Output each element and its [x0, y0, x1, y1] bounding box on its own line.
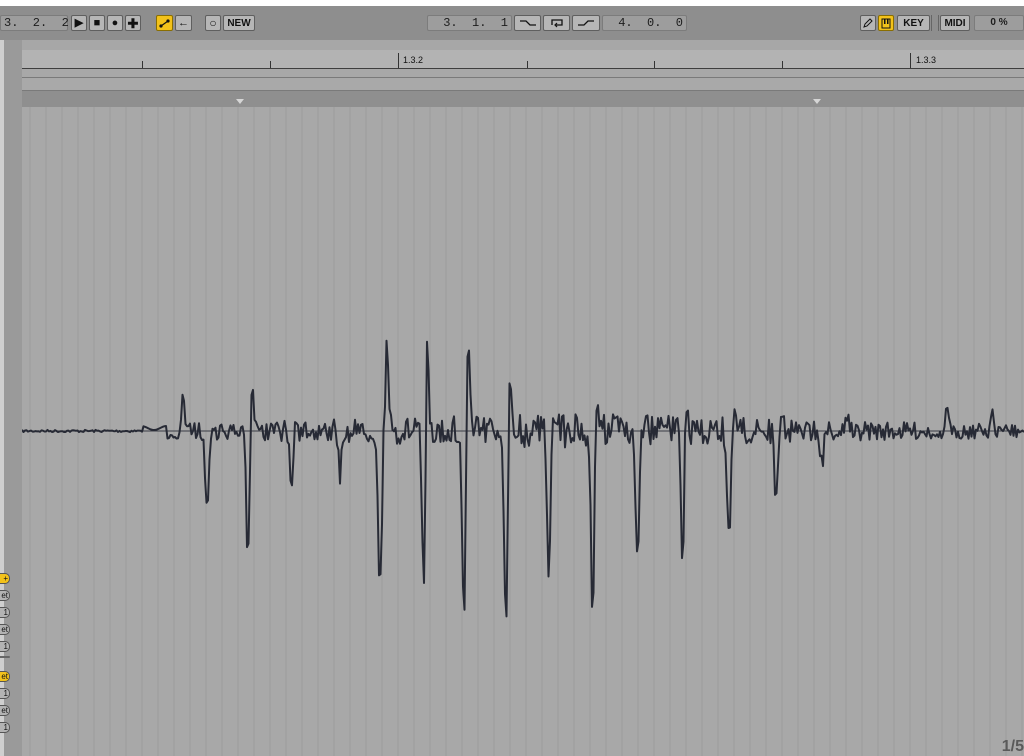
side-button[interactable]: et — [0, 671, 10, 682]
ruler-tick — [910, 53, 911, 68]
pencil-icon[interactable] — [860, 15, 876, 31]
cpu-load-meter: 0 % — [974, 15, 1024, 31]
side-button[interactable]: 1 — [0, 607, 10, 618]
side-button[interactable]: 1 — [0, 722, 10, 733]
ruler-label: 1.3.2 — [403, 55, 424, 65]
side-button[interactable]: et — [0, 624, 10, 635]
record-icon[interactable]: ● — [107, 15, 123, 31]
side-button — [0, 656, 10, 658]
arrangement-position-display[interactable]: 3. 2. 2 — [0, 15, 69, 31]
key-map-button[interactable]: KEY — [897, 15, 930, 31]
waveform-display[interactable] — [22, 107, 1024, 756]
separator — [931, 15, 939, 31]
plus-icon[interactable]: ✚ — [125, 15, 141, 31]
control-bar: 3. 2. 2 ▶ ■ ● ✚ ← ○ NEW 3. 1. 1 4. 0. 0 … — [0, 6, 1024, 40]
end-marker[interactable] — [813, 99, 821, 104]
side-button[interactable]: + — [0, 573, 10, 584]
circle-icon[interactable]: ○ — [205, 15, 221, 31]
left-panel-strip: + et 1 et 1 et 1 et 1 — [0, 40, 22, 756]
ruler-bar[interactable]: 1.3.2 1.3.3 — [22, 50, 1024, 69]
side-button[interactable]: 1 — [0, 641, 10, 652]
punch-in-icon[interactable] — [514, 15, 541, 31]
scrub-area[interactable] — [22, 69, 1024, 78]
midi-map-button[interactable]: MIDI — [940, 15, 970, 31]
automation-arm-icon[interactable] — [156, 15, 173, 31]
stop-icon[interactable]: ■ — [89, 15, 105, 31]
punch-out-icon[interactable] — [572, 15, 600, 31]
page-indicator: 1/5 — [1001, 738, 1024, 755]
beat-time-ruler[interactable]: 1.3.2 1.3.3 — [22, 50, 1024, 107]
ruler-label: 1.3.3 — [916, 55, 937, 65]
loop-length-display[interactable]: 4. 0. 0 — [602, 15, 687, 31]
start-marker[interactable] — [236, 99, 244, 104]
ruler-tick — [398, 53, 399, 68]
side-button[interactable]: 1 — [0, 688, 10, 699]
loop-brace-area[interactable] — [22, 78, 1024, 91]
ruler-tick — [142, 61, 143, 68]
ruler-tick — [654, 61, 655, 68]
ruler-tick — [527, 61, 528, 68]
new-button[interactable]: NEW — [223, 15, 255, 31]
side-button[interactable]: et — [0, 590, 10, 601]
side-button[interactable]: et — [0, 705, 10, 716]
sample-editor[interactable]: 1/5 — [22, 107, 1024, 756]
loop-start-display[interactable]: 3. 1. 1 — [427, 15, 512, 31]
piano-keys-icon[interactable] — [878, 15, 894, 31]
back-arrow-icon[interactable]: ← — [175, 15, 192, 31]
audio-waveform — [22, 339, 1024, 618]
play-icon[interactable]: ▶ — [71, 15, 87, 31]
marker-lane[interactable] — [22, 91, 1024, 107]
loop-icon[interactable] — [543, 15, 570, 31]
ruler-tick — [782, 61, 783, 68]
ruler-tick — [270, 61, 271, 68]
